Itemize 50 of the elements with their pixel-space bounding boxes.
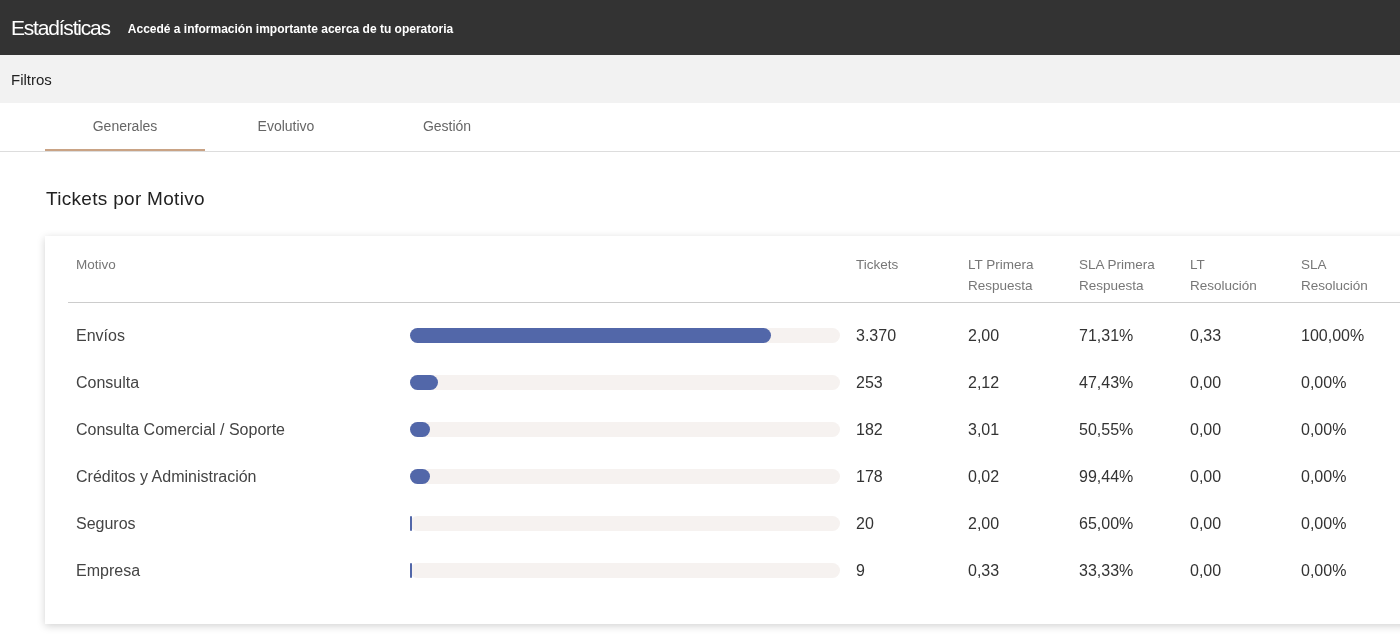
column-header: Tickets	[856, 256, 900, 274]
column-header: LT Primera Respuesta	[968, 256, 1035, 295]
table-cell-text: Seguros	[76, 514, 137, 533]
filters-label[interactable]: Filtros	[11, 70, 52, 88]
table-cell-text: 2,12	[968, 373, 1001, 392]
table-cell-text: 178	[856, 467, 884, 486]
table-cell-text: 9	[856, 561, 866, 580]
table-cell-text: 33,33%	[1079, 561, 1135, 580]
table-cell-text: 0,02	[968, 467, 1001, 486]
tab[interactable]: Evolutivo	[206, 103, 366, 151]
table-cell-text: 0,00%	[1301, 514, 1348, 533]
table-cell-text: 0,00%	[1301, 373, 1348, 392]
table-cell-text: 3,01	[968, 420, 1001, 439]
table-cell-text: 20	[856, 514, 875, 533]
column-header: SLA Resolución	[1301, 256, 1369, 295]
table-cell-text: 71,31%	[1079, 326, 1135, 345]
table-cell-text: 0,00	[1190, 514, 1223, 533]
tab[interactable]: Gestión	[367, 103, 527, 151]
table-cell-text: 0,33	[968, 561, 1001, 580]
tab[interactable]: Generales	[45, 103, 205, 151]
column-header: Motivo	[76, 256, 117, 274]
column-header: SLA Primera Respuesta	[1079, 256, 1156, 295]
table-cell-text: 0,00%	[1301, 420, 1348, 439]
section-title: Tickets por Motivo	[46, 188, 206, 210]
table-cell-text: 182	[856, 420, 884, 439]
table-cell-text: Envíos	[76, 326, 126, 345]
column-header: LT Resolución	[1190, 256, 1258, 295]
table-cell-text: 0,00%	[1301, 561, 1348, 580]
table-cell-text: 0,00	[1190, 561, 1223, 580]
table-cell-text: 100,00%	[1301, 326, 1366, 345]
table-cell-text: 0,00	[1190, 373, 1223, 392]
table-cell-text: 47,43%	[1079, 373, 1135, 392]
table-cell-text: 2,00	[968, 514, 1001, 533]
table-cell-text: 50,55%	[1079, 420, 1135, 439]
table-cell-text: 253	[856, 373, 884, 392]
page-subtitle: Accedé a información importante acerca de tu operatoria	[127, 21, 454, 36]
table-cell-text: Créditos y Administración	[76, 467, 258, 486]
table-cell-text: 0,00	[1190, 467, 1223, 486]
table-cell-text: 3.370	[856, 326, 898, 345]
filters-bar[interactable]: Filtros	[0, 55, 1400, 103]
table-cell-text: 2,00	[968, 326, 1001, 345]
table-cell-text: Consulta	[76, 373, 141, 392]
table-cell-text: 0,00	[1190, 420, 1223, 439]
table-cell-text: 99,44%	[1079, 467, 1135, 486]
table-cell-text: 65,00%	[1079, 514, 1135, 533]
table-cell-text: 0,00%	[1301, 467, 1348, 486]
table-cell-text: Consulta Comercial / Soporte	[76, 420, 286, 439]
table-cell-text: 0,33	[1190, 326, 1223, 345]
table-cell-text: Empresa	[76, 561, 142, 580]
page-title: Estadísticas	[11, 15, 110, 40]
